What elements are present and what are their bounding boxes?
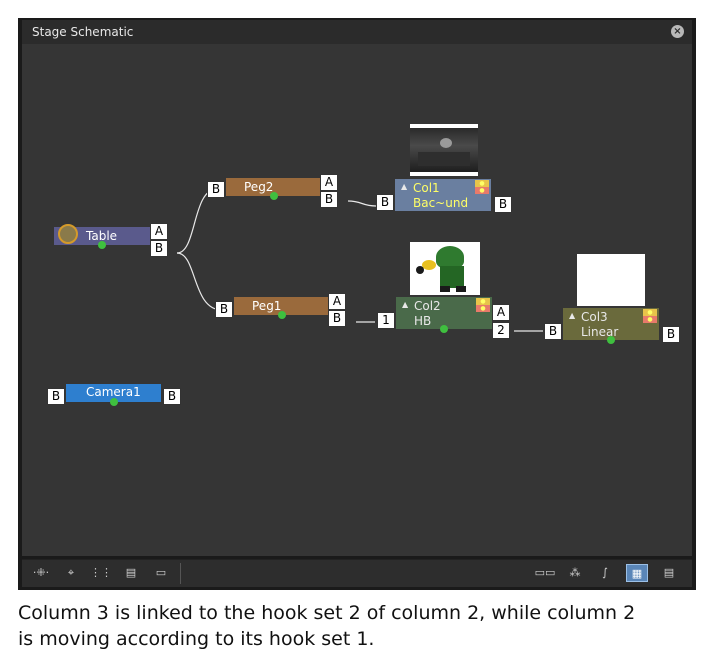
col3-output-dot[interactable]	[607, 336, 615, 344]
panel-title: Stage Schematic	[32, 25, 134, 39]
camstand-visible-icon[interactable]: ●	[475, 187, 489, 194]
col2-port-1-in[interactable]: 1	[377, 312, 395, 329]
panel-titlebar: Stage Schematic ×	[22, 20, 692, 44]
table-icon	[58, 224, 78, 244]
fit-to-window-icon[interactable]: ·⁜·	[30, 564, 52, 582]
peg1-node[interactable]: Peg1	[234, 297, 328, 319]
col3-name: Col3	[581, 310, 608, 324]
col1-sub: Bac~und	[413, 196, 469, 210]
schematic-toolbar: ·⁜· ⌖ ⋮⋮ ▤ ▭ ▭▭ ⁂ ∫ ▦ ▤	[22, 559, 692, 587]
reorder-nodes-icon[interactable]: ⋮⋮	[90, 564, 112, 582]
peg1-output-dot[interactable]	[278, 311, 286, 319]
toolbar-separator	[180, 563, 181, 584]
wire-peg2-col1	[347, 200, 377, 207]
col2-port-a-out[interactable]: A	[492, 304, 510, 321]
preview-visible-icon[interactable]: ●	[643, 309, 657, 316]
peg1-port-b-in[interactable]: B	[215, 301, 233, 318]
col1-port-b-in[interactable]: B	[376, 194, 394, 211]
peg2-port-b-in[interactable]: B	[207, 181, 225, 198]
caption-line-2: is moving according to its hook set 1.	[18, 628, 375, 650]
table-port-b[interactable]: B	[150, 240, 168, 257]
col1-name: Col1	[413, 181, 440, 195]
stage-schematic-panel: Stage Schematic × Table A B B Peg2 A B B	[18, 18, 696, 590]
col2-output-dot[interactable]	[440, 325, 448, 333]
peg1-port-a[interactable]: A	[328, 293, 346, 310]
camera-table-view-icon[interactable]: ▦	[626, 564, 648, 582]
peg1-port-b[interactable]: B	[328, 310, 346, 327]
peg2-port-a[interactable]: A	[320, 174, 338, 191]
collapse-triangle-icon[interactable]: ▲	[569, 311, 575, 320]
close-icon[interactable]: ×	[671, 25, 684, 38]
camstand-visible-icon[interactable]: ●	[476, 305, 490, 312]
col3-node[interactable]: ▲ Col3 Linear ● ●	[563, 308, 659, 344]
camera1-node[interactable]: Camera1	[66, 384, 161, 406]
preview-toggle-icon[interactable]: ▭	[150, 564, 172, 582]
camera1-label: Camera1	[86, 385, 141, 399]
col3-thumbnail	[577, 254, 645, 306]
col1-thumbnail	[410, 124, 478, 176]
table-port-a[interactable]: A	[150, 223, 168, 240]
reset-size-icon[interactable]: ▤	[120, 564, 142, 582]
peg2-output-dot[interactable]	[270, 192, 278, 200]
peg1-label: Peg1	[252, 299, 282, 313]
col2-port-2-out[interactable]: 2	[492, 322, 510, 339]
preview-visible-icon[interactable]: ●	[476, 298, 490, 305]
figure-caption: Column 3 is linked to the hook set 2 of …	[18, 600, 708, 652]
output-icon[interactable]: ▤	[658, 564, 680, 582]
table-output-dot[interactable]	[98, 241, 106, 249]
focus-on-current-icon[interactable]: ⌖	[60, 564, 82, 582]
col3-port-b-in[interactable]: B	[544, 323, 562, 340]
swap-fx-stage-icon[interactable]: ▭▭	[534, 564, 556, 582]
col3-port-b-out[interactable]: B	[662, 326, 680, 343]
peg2-node[interactable]: Peg2	[226, 178, 320, 200]
col1-port-b-out[interactable]: B	[494, 196, 512, 213]
col2-sub: HB	[414, 314, 432, 328]
camera1-port-b-out[interactable]: B	[163, 388, 181, 405]
peg2-port-b[interactable]: B	[320, 191, 338, 208]
camera1-output-dot[interactable]	[110, 398, 118, 406]
schematic-canvas[interactable]: Table A B B Peg2 A B B Peg1 A B B Camera…	[22, 44, 692, 556]
col2-node[interactable]: ▲ Col2 HB ● ●	[396, 297, 492, 333]
col2-name: Col2	[414, 299, 441, 313]
col1-node[interactable]: ▲ Col1 Bac~und ● ●	[395, 179, 491, 211]
col2-thumbnail	[410, 242, 480, 295]
peg2-label: Peg2	[244, 180, 274, 194]
table-node[interactable]: Table	[54, 224, 150, 249]
camera1-port-b-in[interactable]: B	[47, 388, 65, 405]
wire-table-peg2	[176, 188, 218, 254]
caption-line-1: Column 3 is linked to the hook set 2 of …	[18, 602, 636, 624]
group-icon[interactable]: ⁂	[564, 564, 586, 582]
camstand-visible-icon[interactable]: ●	[643, 316, 657, 323]
collapse-triangle-icon[interactable]: ▲	[401, 182, 407, 191]
collapse-triangle-icon[interactable]: ▲	[402, 300, 408, 309]
spline-icon[interactable]: ∫	[594, 564, 616, 582]
preview-visible-icon[interactable]: ●	[475, 180, 489, 187]
